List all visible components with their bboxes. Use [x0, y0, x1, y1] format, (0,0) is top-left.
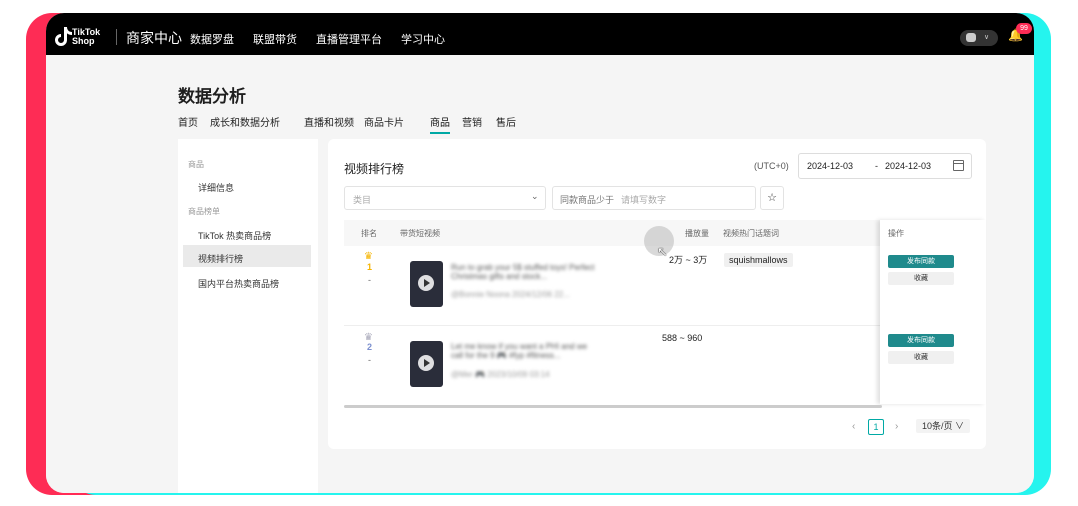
nav-live-management[interactable]: 直播管理平台: [316, 31, 382, 47]
tab-growth-analysis[interactable]: 成长和数据分析: [210, 114, 280, 129]
panel-title: 视频排行榜: [344, 162, 405, 176]
tab-home[interactable]: 首页: [178, 114, 198, 129]
category-placeholder: 类目: [353, 195, 372, 205]
timezone-label: (UTC+0): [754, 161, 789, 171]
video-ranking-panel: 视频排行榜 (UTC+0) 2024-12-03 - 2024-12-03 类目…: [328, 139, 986, 449]
notification-badge: 99: [1016, 23, 1032, 34]
next-page-icon[interactable]: ›: [895, 421, 898, 432]
hashtag-tag[interactable]: squishmallows: [724, 253, 793, 267]
brand-title[interactable]: 商家中心: [126, 28, 182, 48]
play-icon: [418, 275, 434, 291]
rank-change: -: [368, 275, 371, 285]
calendar-icon: [953, 160, 964, 171]
sidebar-item-video-ranking[interactable]: 视频排行榜: [198, 252, 243, 265]
logo-text: TikTok Shop: [72, 28, 100, 46]
content-area: 数据分析 首页 成长和数据分析 直播和视频 商品卡片 商品 营销 售后 商品 详…: [46, 55, 1034, 493]
video-thumbnail[interactable]: [410, 261, 443, 307]
mouse-cursor-icon: ↖: [657, 244, 668, 259]
nav-data-compass[interactable]: 数据罗盘: [190, 31, 234, 47]
rank-number: 2: [367, 342, 373, 352]
page-title: 数据分析: [178, 87, 246, 106]
nav-learning-center[interactable]: 学习中心: [401, 31, 445, 47]
logo-line2: Shop: [72, 36, 95, 46]
header-rank: 排名: [361, 229, 377, 238]
tab-marketing[interactable]: 营销: [462, 114, 482, 129]
date-end: 2024-12-03: [885, 161, 932, 171]
sidebar: 商品 详细信息 商品榜单 TikTok 热卖商品榜 视频排行榜 国内平台热卖商品…: [178, 139, 318, 493]
date-range-picker[interactable]: 2024-12-03 - 2024-12-03: [798, 153, 972, 179]
video-title[interactable]: Run to grab your 5$ stuffed toys! Perfec…: [451, 263, 601, 281]
sidebar-item-detail[interactable]: 详细信息: [198, 181, 234, 194]
chat-icon: [966, 33, 976, 42]
category-select[interactable]: 类目 ⌄: [344, 186, 546, 210]
date-start: 2024-12-03: [807, 161, 854, 171]
publish-same-button[interactable]: 发布同款: [888, 334, 954, 347]
tab-product-card[interactable]: 商品卡片: [364, 114, 404, 129]
video-thumbnail[interactable]: [410, 341, 443, 387]
tab-after-sales[interactable]: 售后: [496, 114, 516, 129]
rank-change: -: [368, 355, 371, 365]
rank-number: 1: [367, 262, 373, 272]
video-title[interactable]: Let me know if you want a PHI and we cal…: [451, 342, 601, 360]
sidebar-group-rankings: 商品榜单: [188, 207, 220, 216]
chevron-down-icon: ∨: [984, 34, 990, 41]
tiktok-logo-icon: [55, 27, 72, 46]
logo-divider: [116, 29, 117, 45]
video-author: @Bonnie Noona 2024/12/06 22...: [451, 290, 570, 299]
play-icon: [418, 355, 434, 371]
range-input[interactable]: 请填写数字: [621, 193, 666, 206]
views-range: 2万 ~ 3万: [669, 255, 708, 265]
video-author: @Mer 🎮 2023/10/09 03:14: [451, 370, 550, 379]
horizontal-scrollbar[interactable]: [344, 405, 882, 408]
page-number-current[interactable]: 1: [868, 419, 884, 435]
header-views: 播放量: [685, 229, 709, 238]
nav-affiliate[interactable]: 联盟带货: [253, 31, 297, 47]
header-video: 带货短视频: [400, 229, 440, 238]
chevron-down-icon: ⌄: [531, 191, 539, 201]
gold-crown-icon: ♛: [364, 251, 373, 262]
same-product-count-filter[interactable]: 同款商品少于 请填写数字: [552, 186, 756, 210]
sidebar-item-domestic-platform[interactable]: 国内平台热卖商品榜: [198, 277, 279, 290]
chat-button[interactable]: ∨: [960, 30, 998, 46]
views-range: 588 ~ 960: [662, 333, 703, 343]
range-prefix-label: 同款商品少于: [560, 195, 615, 205]
header-hashtag: 视频热门话题词: [723, 229, 779, 238]
date-separator: -: [875, 161, 878, 171]
tab-product[interactable]: 商品: [430, 114, 450, 134]
page-size-select[interactable]: 10条/页 ∨: [916, 419, 970, 433]
collect-button[interactable]: 收藏: [888, 272, 954, 285]
operations-column: 操作 发布同款 收藏 发布同款 收藏: [880, 220, 986, 404]
header-operations: 操作: [888, 229, 904, 238]
tab-live-video[interactable]: 直播和视频: [304, 114, 354, 129]
sidebar-group-product: 商品: [188, 160, 204, 169]
collect-button[interactable]: 收藏: [888, 351, 954, 364]
top-navigation-bar: TikTok Shop 商家中心 数据罗盘 联盟带货 直播管理平台 学习中心 ∨…: [46, 13, 1034, 55]
star-icon[interactable]: ☆: [760, 186, 784, 210]
publish-same-button[interactable]: 发布同款: [888, 255, 954, 268]
sidebar-item-hot-products[interactable]: TikTok 热卖商品榜: [198, 229, 271, 242]
app-window: TikTok Shop 商家中心 数据罗盘 联盟带货 直播管理平台 学习中心 ∨…: [46, 13, 1034, 493]
prev-page-icon[interactable]: ‹: [852, 421, 855, 432]
